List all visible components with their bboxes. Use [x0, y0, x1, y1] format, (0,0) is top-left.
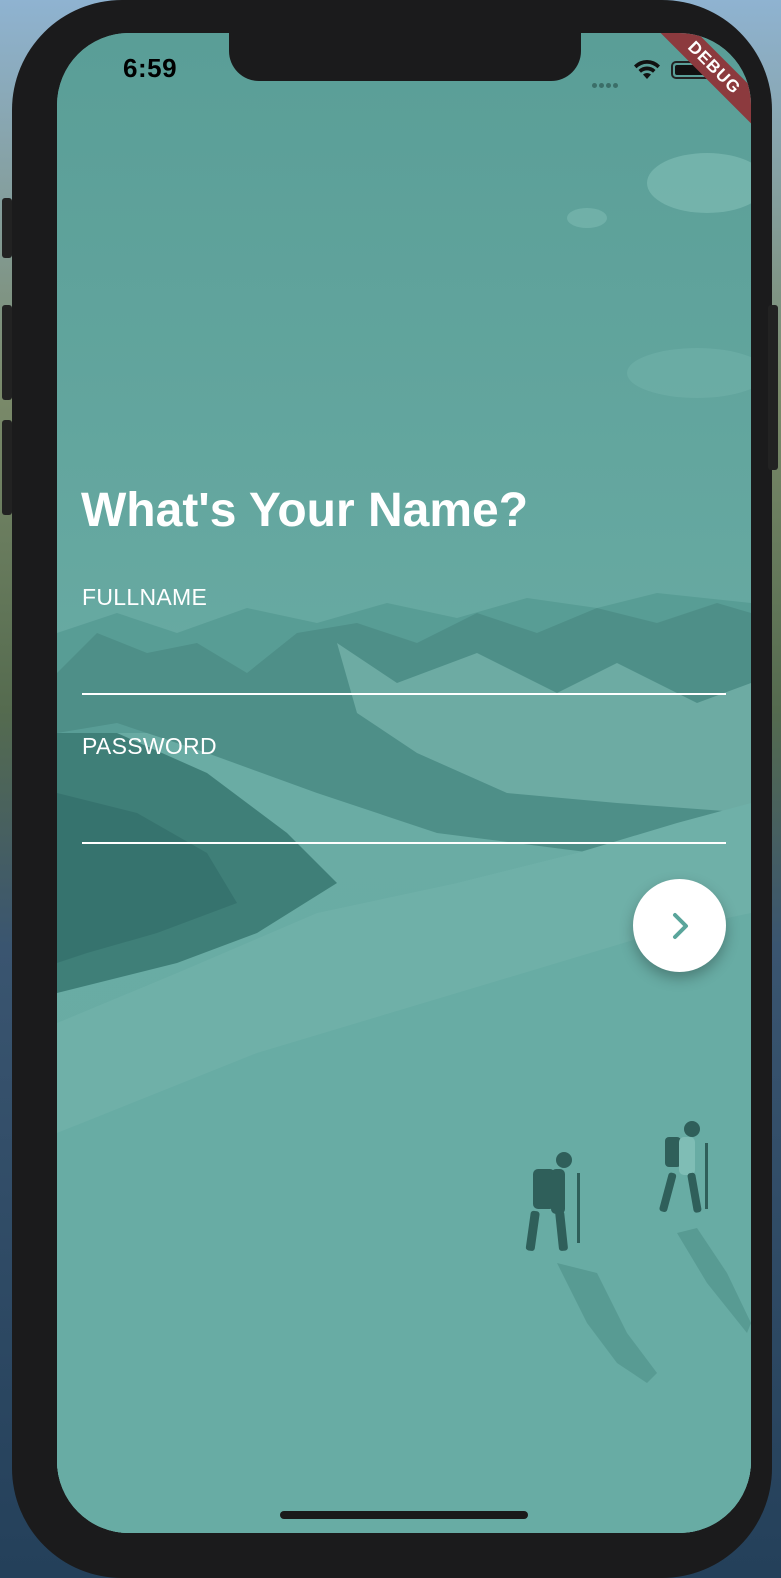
device-notch [229, 33, 581, 81]
phone-frame: 6:59 DEBUG What's Your Name? FULLNAME PA… [2, 0, 778, 1578]
side-button-volume-up [2, 305, 12, 400]
fullname-input[interactable] [82, 645, 726, 695]
chevron-right-icon [672, 912, 688, 939]
page-title: What's Your Name? [81, 484, 529, 537]
fullname-label: FULLNAME [82, 584, 208, 610]
password-input[interactable] [82, 794, 726, 844]
side-button-power [768, 305, 778, 470]
mountain-background-image [57, 33, 751, 1533]
next-button[interactable] [633, 879, 726, 972]
status-time: 6:59 [123, 53, 178, 83]
side-button-mute [2, 198, 12, 258]
password-label: PASSWORD [82, 733, 217, 759]
signal-icon [592, 75, 620, 93]
wifi-icon [634, 59, 660, 79]
app-screen: 6:59 DEBUG What's Your Name? FULLNAME PA… [57, 33, 751, 1533]
home-indicator[interactable] [280, 1511, 528, 1519]
side-button-volume-down [2, 420, 12, 515]
